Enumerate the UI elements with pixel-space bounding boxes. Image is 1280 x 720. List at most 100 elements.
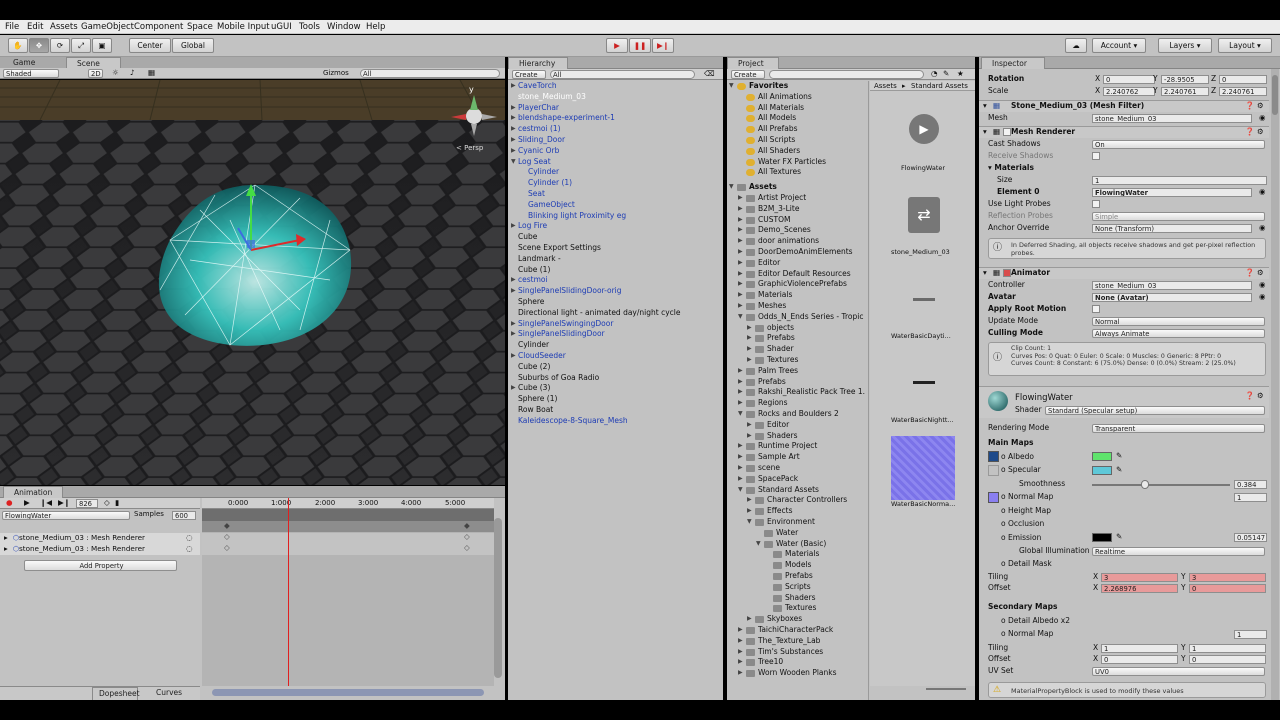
expand-arrow-icon[interactable]: ▶: [747, 506, 752, 516]
expand-arrow-icon[interactable]: ▶: [511, 124, 516, 134]
help-icon[interactable]: ❓: [1245, 101, 1254, 111]
expand-arrow-icon[interactable]: ▶: [747, 495, 752, 505]
expand-arrow-icon[interactable]: ▶: [738, 290, 743, 300]
audio-icon[interactable]: ♪: [130, 68, 135, 78]
expand-arrow-icon[interactable]: ▶: [747, 420, 752, 430]
menu-edit[interactable]: Edit: [27, 22, 43, 32]
object-picker-icon[interactable]: ◉: [1259, 223, 1266, 233]
mesh-renderer-header[interactable]: ▾ ▦ Mesh Renderer ❓ ⚙: [979, 126, 1269, 138]
step-button[interactable]: ▶❙: [652, 38, 674, 53]
mesh-filter-header[interactable]: ▾ ▦ Stone_Medium_03 (Mesh Filter) ❓ ⚙: [979, 100, 1269, 112]
expand-arrow-icon[interactable]: ▶: [747, 614, 752, 624]
scale-x-field[interactable]: 2.240762: [1103, 87, 1155, 96]
object-picker-icon[interactable]: ◉: [1259, 113, 1266, 123]
rotate-tool-button[interactable]: ⟳: [50, 38, 70, 53]
collapse-arrow-icon[interactable]: ▼: [738, 409, 743, 419]
tiling2-y-field[interactable]: 1: [1189, 644, 1266, 653]
thumbnail-size-slider[interactable]: [926, 688, 966, 690]
keyframe[interactable]: ◇: [224, 532, 230, 542]
mesh-renderer-enabled-checkbox[interactable]: [1003, 128, 1011, 136]
collapse-arrow-icon[interactable]: ▼: [729, 182, 734, 192]
expand-arrow-icon[interactable]: ▶: [738, 441, 743, 451]
collapse-icon[interactable]: ▾: [983, 101, 987, 111]
asset-thumb-water-nighttime[interactable]: [913, 381, 935, 384]
hierarchy-create-dropdown[interactable]: Create: [512, 70, 546, 79]
breadcrumb-standard-assets[interactable]: Standard Assets: [911, 81, 968, 91]
asset-thumb-mesh[interactable]: ⇄: [908, 197, 940, 233]
cloud-button[interactable]: ☁: [1065, 38, 1087, 53]
global-illumination-dropdown[interactable]: Realtime: [1092, 547, 1265, 556]
expand-arrow-icon[interactable]: ▶: [738, 366, 743, 376]
settings-icon[interactable]: ⚙: [1257, 391, 1264, 401]
scene-viewport[interactable]: y < Persp: [0, 80, 505, 485]
inspector-scrollbar[interactable]: [1271, 69, 1279, 700]
timeline[interactable]: 0:000 1:000 2:000 3:000 4:000 5:000 ◆ ◆ …: [202, 498, 494, 686]
expand-arrow-icon[interactable]: ▶: [511, 383, 516, 393]
layout-dropdown[interactable]: Layout ▾: [1218, 38, 1272, 53]
collapse-icon[interactable]: ▾: [983, 268, 987, 278]
property-row[interactable]: ▸ ⬡ stone_Medium_03 : Mesh Renderer ◌: [0, 544, 200, 555]
object-picker-icon[interactable]: ◉: [1259, 292, 1266, 302]
expand-arrow-icon[interactable]: ▶: [738, 301, 743, 311]
expand-arrow-icon[interactable]: ▶: [738, 193, 743, 203]
inspector-scroll-thumb[interactable]: [1272, 75, 1278, 115]
offset2-y-field[interactable]: 0: [1189, 655, 1266, 664]
controller-field[interactable]: stone_Medium_03: [1092, 281, 1252, 290]
expand-arrow-icon[interactable]: ▶: [511, 146, 516, 156]
normal-scale-field[interactable]: 1: [1234, 493, 1267, 502]
expand-arrow-icon[interactable]: ▶: [738, 474, 743, 484]
add-keyframe-icon[interactable]: ◇: [104, 498, 110, 508]
tiling-y-field[interactable]: 3: [1189, 573, 1266, 582]
help-icon[interactable]: ❓: [1245, 268, 1254, 278]
property-row[interactable]: ▸ ⬡ stone_Medium_03 : Mesh Renderer ◌: [0, 533, 200, 544]
menu-window[interactable]: Window: [327, 22, 361, 32]
hand-tool-button[interactable]: ✋: [8, 38, 28, 53]
property-options-icon[interactable]: ◌: [186, 533, 193, 543]
rendering-mode-dropdown[interactable]: Transparent: [1092, 424, 1265, 433]
persp-label[interactable]: < Persp: [456, 144, 484, 152]
filter-type-icon[interactable]: ◔: [931, 69, 938, 79]
expand-arrow-icon[interactable]: ▶: [738, 377, 743, 387]
reflection-probes-dropdown[interactable]: Simple: [1092, 212, 1265, 221]
scale-tool-button[interactable]: ⤢: [71, 38, 91, 53]
pivot-center-button[interactable]: Center: [129, 38, 171, 53]
albedo-texture-slot[interactable]: [988, 451, 999, 462]
scene-search-input[interactable]: All: [360, 69, 500, 78]
tab-animation[interactable]: Animation: [3, 486, 63, 498]
uv-set-dropdown[interactable]: UV0: [1092, 667, 1265, 676]
tab-dopesheet[interactable]: Dopesheet: [92, 687, 140, 700]
expand-arrow-icon[interactable]: ▶: [738, 215, 743, 225]
expand-arrow-icon[interactable]: ▶: [738, 225, 743, 235]
cast-shadows-dropdown[interactable]: On: [1092, 140, 1265, 149]
expand-arrow-icon[interactable]: ▶: [738, 269, 743, 279]
tiling2-x-field[interactable]: 1: [1101, 644, 1178, 653]
favorite-icon[interactable]: ★: [957, 69, 964, 79]
eyedropper-icon[interactable]: ✎: [1116, 465, 1122, 475]
expand-arrow-icon[interactable]: ▶: [738, 387, 743, 397]
shader-dropdown[interactable]: Standard (Specular setup): [1045, 406, 1265, 415]
pause-button[interactable]: ❚❚: [629, 38, 651, 53]
hierarchy-search-input[interactable]: All: [550, 70, 695, 79]
expand-arrow-icon[interactable]: ▶: [738, 668, 743, 678]
clear-search-icon[interactable]: ⌫: [704, 69, 715, 79]
gizmos-dropdown[interactable]: Gizmos: [323, 68, 349, 78]
rotation-z-field[interactable]: 0: [1219, 75, 1267, 84]
settings-icon[interactable]: ⚙: [1257, 268, 1264, 278]
expand-arrow-icon[interactable]: ▶: [738, 463, 743, 473]
asset-thumb-water-daytime[interactable]: [913, 298, 935, 301]
events-lane[interactable]: [202, 509, 494, 521]
rotation-x-field[interactable]: 0: [1103, 75, 1155, 84]
expand-arrow-icon[interactable]: ▶: [511, 113, 516, 123]
add-property-button[interactable]: Add Property: [24, 560, 177, 571]
filter-label-icon[interactable]: ✎: [943, 69, 949, 79]
expand-arrow-icon[interactable]: ▶: [511, 319, 516, 329]
settings-icon[interactable]: ⚙: [1257, 101, 1264, 111]
asset-thumb-flowingwater[interactable]: ▶: [908, 112, 940, 146]
object-picker-icon[interactable]: ◉: [1259, 280, 1266, 290]
expand-arrow-icon[interactable]: ▶: [747, 333, 752, 343]
smoothness-field[interactable]: 0.384: [1234, 480, 1267, 489]
emission-color-swatch[interactable]: [1092, 533, 1112, 542]
project-create-dropdown[interactable]: Create: [731, 70, 765, 79]
animator-enabled-checkbox[interactable]: [1003, 269, 1011, 277]
expand-arrow-icon[interactable]: ▶: [747, 431, 752, 441]
